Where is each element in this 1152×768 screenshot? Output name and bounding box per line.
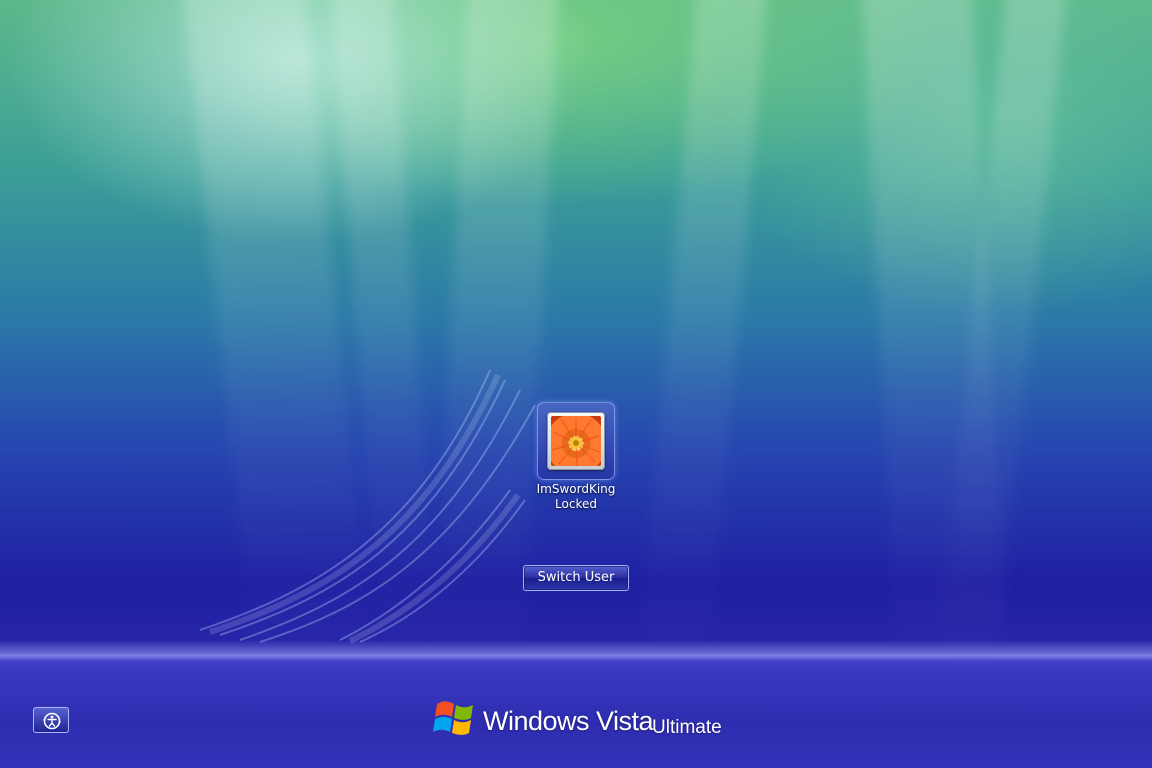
user-picture-frame	[547, 412, 605, 470]
windows-vista-branding: Windows Vista Ultimate	[433, 698, 733, 742]
edition-label: Ultimate	[652, 717, 722, 738]
user-name: ImSwordKing	[536, 482, 616, 496]
switch-user-button[interactable]: Switch User	[523, 565, 629, 591]
ease-of-access-button[interactable]	[33, 707, 69, 733]
user-status: Locked	[555, 497, 597, 511]
user-tile[interactable]	[537, 402, 615, 480]
flower-icon	[551, 418, 601, 466]
windows-vista-wordmark: Windows Vista	[483, 706, 654, 736]
ease-of-access-icon	[43, 712, 61, 730]
user-picture	[551, 416, 601, 466]
windows-flag-icon	[433, 701, 473, 735]
lock-screen: ImSwordKing Locked Switch User Windows V…	[0, 0, 1152, 768]
